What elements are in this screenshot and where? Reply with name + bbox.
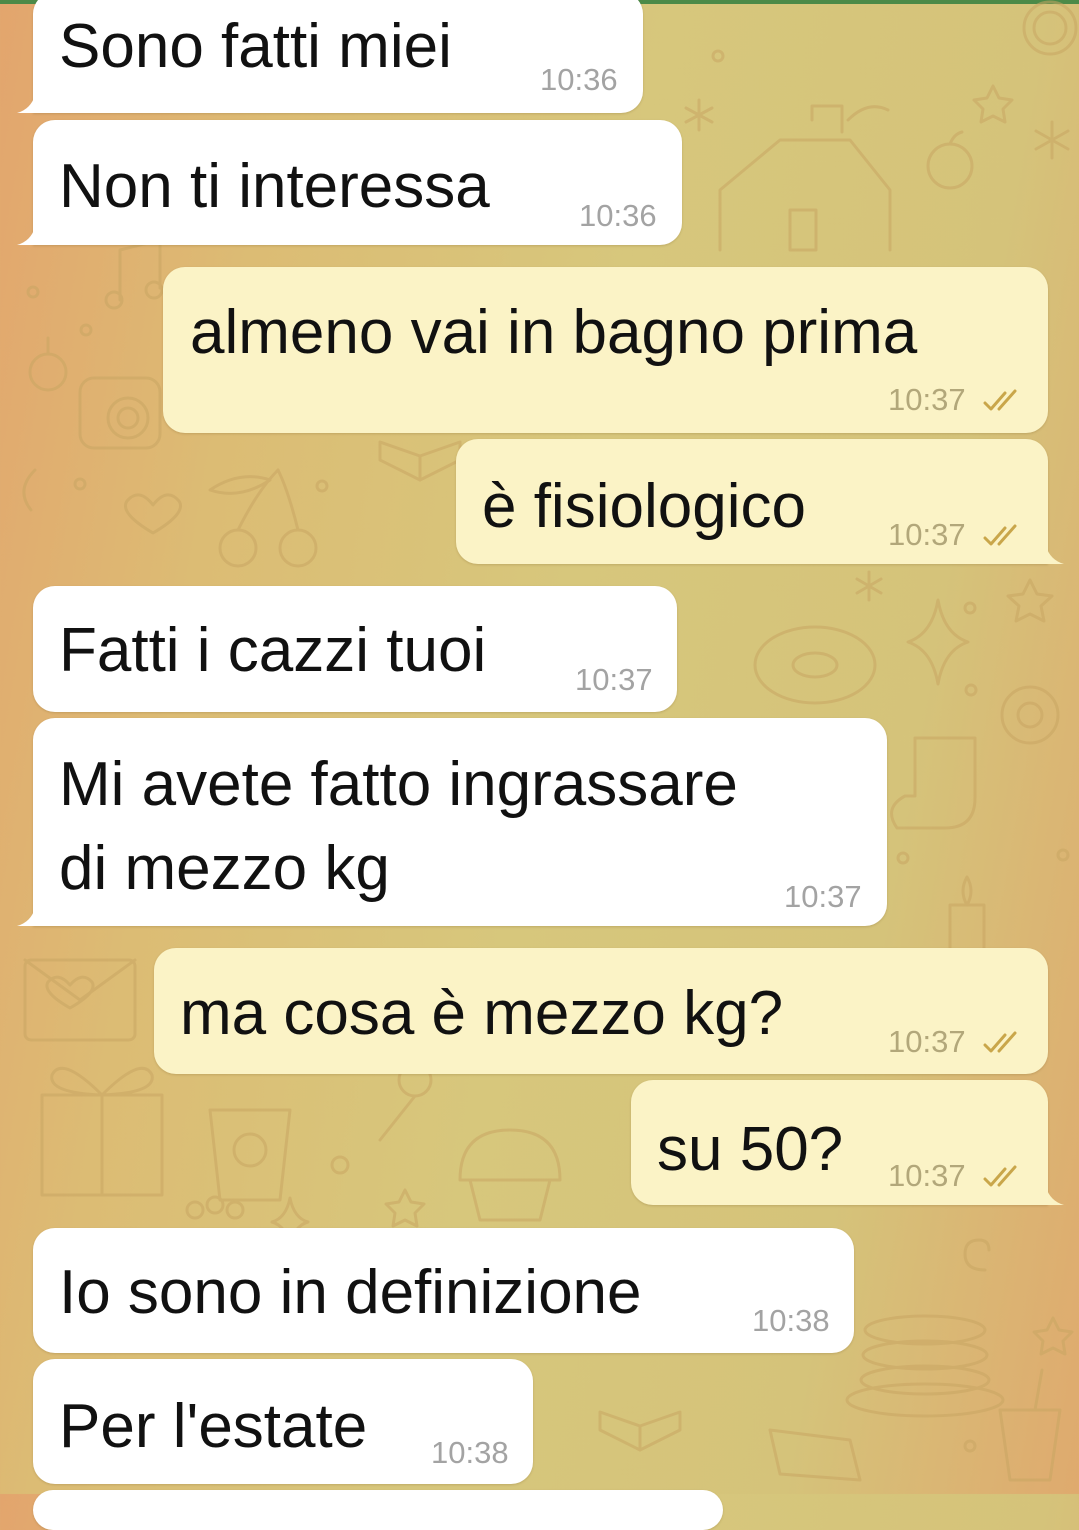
read-double-check-icon — [983, 524, 1017, 546]
message-list[interactable]: Sono fatti miei 10:36 Non ti interessa 1… — [0, 0, 1079, 1530]
message-text-line-1: Mi avete fatto ingrassare — [59, 750, 738, 819]
read-double-check-icon — [983, 389, 1017, 411]
message-bubble-incoming[interactable]: Mi avete fatto ingrassare di mezzo kg 10… — [17, 718, 887, 926]
message-bubble-incoming[interactable]: Sono fatti miei 10:36 — [17, 0, 643, 113]
message-bubble-outgoing[interactable]: su 50? 10:37 — [631, 1080, 1064, 1205]
message-text: Per l'estate — [59, 1392, 368, 1461]
message-bubble-incoming[interactable]: Non ti interessa 10:36 — [17, 120, 682, 245]
message-text: almeno vai in bagno prima — [190, 298, 918, 367]
message-time: 10:38 — [752, 1303, 830, 1338]
bubble-tail-icon — [1046, 546, 1064, 564]
message-time: 10:37 — [888, 517, 966, 552]
bubble-tail-icon — [17, 95, 35, 113]
message-time: 10:37 — [784, 879, 862, 914]
bubble-tail-icon — [17, 227, 35, 245]
message-bubble-outgoing[interactable]: è fisiologico 10:37 — [456, 439, 1064, 564]
message-text: Fatti i cazzi tuoi — [59, 616, 487, 685]
message-bubble-incoming-partial[interactable] — [33, 1490, 723, 1530]
message-time: 10:36 — [579, 198, 657, 233]
message-time: 10:37 — [888, 1024, 966, 1059]
message-text: Sono fatti miei — [59, 12, 452, 81]
bubble-tail-icon — [17, 908, 35, 926]
message-time: 10:37 — [888, 1158, 966, 1193]
bubble-tail-icon — [1046, 1187, 1064, 1205]
read-double-check-icon — [983, 1165, 1017, 1187]
message-time: 10:36 — [540, 62, 618, 97]
message-bubble-outgoing[interactable]: almeno vai in bagno prima 10:37 — [163, 267, 1048, 433]
message-text: è fisiologico — [482, 472, 806, 541]
message-time: 10:37 — [575, 662, 653, 697]
message-time: 10:37 — [888, 382, 966, 417]
message-time: 10:38 — [431, 1435, 509, 1470]
message-text: su 50? — [657, 1115, 844, 1184]
message-text: ma cosa è mezzo kg? — [180, 979, 784, 1048]
message-bubble-incoming[interactable]: Io sono in definizione 10:38 — [33, 1228, 854, 1353]
message-bubble-incoming[interactable]: Fatti i cazzi tuoi 10:37 — [33, 586, 677, 712]
message-text: Non ti interessa — [59, 152, 490, 221]
message-bubble-incoming[interactable]: Per l'estate 10:38 — [33, 1359, 533, 1484]
message-text-line-2: di mezzo kg — [59, 834, 390, 903]
message-bubble-outgoing[interactable]: ma cosa è mezzo kg? 10:37 — [154, 948, 1048, 1074]
message-text: Io sono in definizione — [59, 1258, 642, 1327]
read-double-check-icon — [983, 1031, 1017, 1053]
